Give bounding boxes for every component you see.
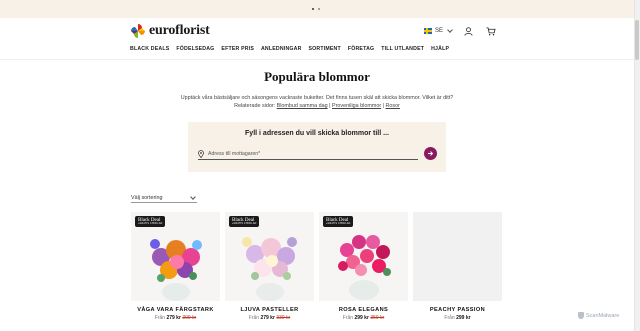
nav-efter-pris[interactable]: EFTER PRIS	[221, 46, 254, 52]
product-card[interactable]: Black Deal +GRATIS CHOKLAD LJUVA PASTELL…	[225, 212, 314, 321]
price-old: 339 kr	[276, 315, 291, 321]
badge-sublabel: +GRATIS CHOKLAD	[232, 223, 257, 225]
price-old: 309 kr	[182, 315, 197, 321]
nav-foretag[interactable]: FÖRETAG	[348, 46, 374, 52]
nav-sortiment[interactable]: SORTIMENT	[309, 46, 341, 52]
product-image[interactable]: Black Deal +GRATIS CHOKLAD	[319, 212, 408, 301]
logo-flower-icon	[131, 24, 145, 38]
product-name[interactable]: PEACHY PASSION	[413, 307, 502, 313]
chevron-down-icon	[190, 193, 196, 200]
address-heading: Fyll i adressen du vill skicka blommor t…	[245, 130, 389, 137]
product-grid: Black Deal +GRATIS CHOKLAD VÅGA VARA FÄR…	[131, 212, 502, 321]
address-form: Fyll i adressen du vill skicka blommor t…	[188, 122, 446, 172]
address-submit-button[interactable]	[424, 147, 437, 160]
price-current: 299 kr	[456, 315, 471, 321]
nav-black-deals[interactable]: BLACK DEALS	[130, 46, 169, 52]
carousel-dot[interactable]	[318, 8, 320, 10]
main-nav: BLACK DEALS FÖDELSEDAG EFTER PRIS ANLEDN…	[130, 46, 449, 52]
site-header: euroflorist SE BLACK DEALS FÖDELSEDAG EF…	[0, 18, 634, 60]
product-card[interactable]: Black Deal +GRATIS CHOKLAD ROSA ELEGANS …	[319, 212, 408, 321]
page-title: Populära blommor	[264, 69, 370, 84]
language-selector[interactable]: SE	[424, 27, 453, 34]
user-icon[interactable]	[464, 27, 473, 36]
badge-sublabel: +GRATIS CHOKLAD	[326, 223, 351, 225]
sort-dropdown[interactable]: Välj sortering	[131, 193, 197, 203]
product-name[interactable]: VÅGA VARA FÄRGSTARK	[131, 307, 220, 313]
cart-icon[interactable]	[486, 27, 496, 36]
address-placeholder: Adress till mottagaren*	[208, 151, 261, 157]
badge-sublabel: +GRATIS CHOKLAD	[138, 223, 163, 225]
nav-hjalp[interactable]: HJÄLP	[431, 46, 449, 52]
chevron-down-icon	[447, 27, 453, 33]
black-deal-badge: Black Deal +GRATIS CHOKLAD	[135, 216, 166, 227]
product-price: Från 279 kr 339 kr	[225, 315, 314, 321]
product-name[interactable]: ROSA ELEGANS	[319, 307, 408, 313]
related-label: Relaterade sidor:	[234, 103, 276, 109]
scrollbar[interactable]	[634, 0, 640, 331]
intro-paragraph: Upptäck våra bästsäljare och säsongens v…	[180, 95, 454, 101]
product-card[interactable]: Black Deal +GRATIS CHOKLAD VÅGA VARA FÄR…	[131, 212, 220, 321]
product-image[interactable]	[413, 212, 502, 301]
related-link-proveniliga[interactable]: Proveniliga blommor	[332, 103, 381, 109]
price-old: 359 kr	[370, 315, 385, 321]
price-from: Från	[342, 315, 354, 321]
sweden-flag-icon	[424, 28, 432, 34]
arrow-right-icon	[428, 151, 434, 156]
product-image[interactable]: Black Deal +GRATIS CHOKLAD	[131, 212, 220, 301]
price-from: Från	[248, 315, 260, 321]
product-price: Från 299 kr	[413, 315, 502, 321]
scrollbar-thumb[interactable]	[635, 20, 639, 60]
product-image[interactable]: Black Deal +GRATIS CHOKLAD	[225, 212, 314, 301]
related-separator: |	[329, 103, 331, 109]
address-input[interactable]: Adress till mottagaren*	[198, 149, 418, 160]
price-current: 279 kr	[166, 315, 181, 321]
black-deal-badge: Black Deal +GRATIS CHOKLAD	[229, 216, 260, 227]
black-deal-badge: Black Deal +GRATIS CHOKLAD	[323, 216, 354, 227]
related-separator: |	[382, 103, 385, 109]
product-name[interactable]: LJUVA PASTELLER	[225, 307, 314, 313]
price-from: Från	[444, 315, 455, 321]
product-price: Från 299 kr 359 kr	[319, 315, 408, 321]
product-price: Från 279 kr 309 kr	[131, 315, 220, 321]
carousel-dot[interactable]	[312, 8, 314, 10]
price-current: 279 kr	[260, 315, 275, 321]
price-from: Från	[154, 315, 166, 321]
nav-anledningar[interactable]: ANLEDNINGAR	[261, 46, 302, 52]
logo[interactable]: euroflorist	[130, 23, 210, 39]
related-link-same-day[interactable]: Blombud samma dag	[277, 103, 328, 109]
product-card[interactable]: PEACHY PASSION Från 299 kr	[413, 212, 502, 321]
location-pin-icon	[198, 150, 204, 158]
language-code: SE	[435, 28, 444, 34]
sort-label: Välj sortering	[131, 194, 163, 201]
related-pages: Relaterade sidor: Blombud samma dag | Pr…	[0, 102, 634, 110]
top-banner	[0, 0, 640, 18]
nav-till-utlandet[interactable]: TILL UTLANDET	[381, 46, 424, 52]
shield-icon	[578, 312, 584, 319]
carousel-dots[interactable]	[312, 8, 320, 10]
watermark-text: ScanMalware	[586, 312, 620, 319]
related-link-rosor[interactable]: Rosor	[386, 103, 400, 109]
watermark: ScanMalware	[578, 312, 619, 319]
logo-text: euroflorist	[149, 23, 210, 38]
price-current: 299 kr	[354, 315, 369, 321]
intro-text: Upptäck våra bästsäljare och säsongens v…	[0, 94, 634, 110]
nav-fodelsedag[interactable]: FÖDELSEDAG	[176, 46, 214, 52]
